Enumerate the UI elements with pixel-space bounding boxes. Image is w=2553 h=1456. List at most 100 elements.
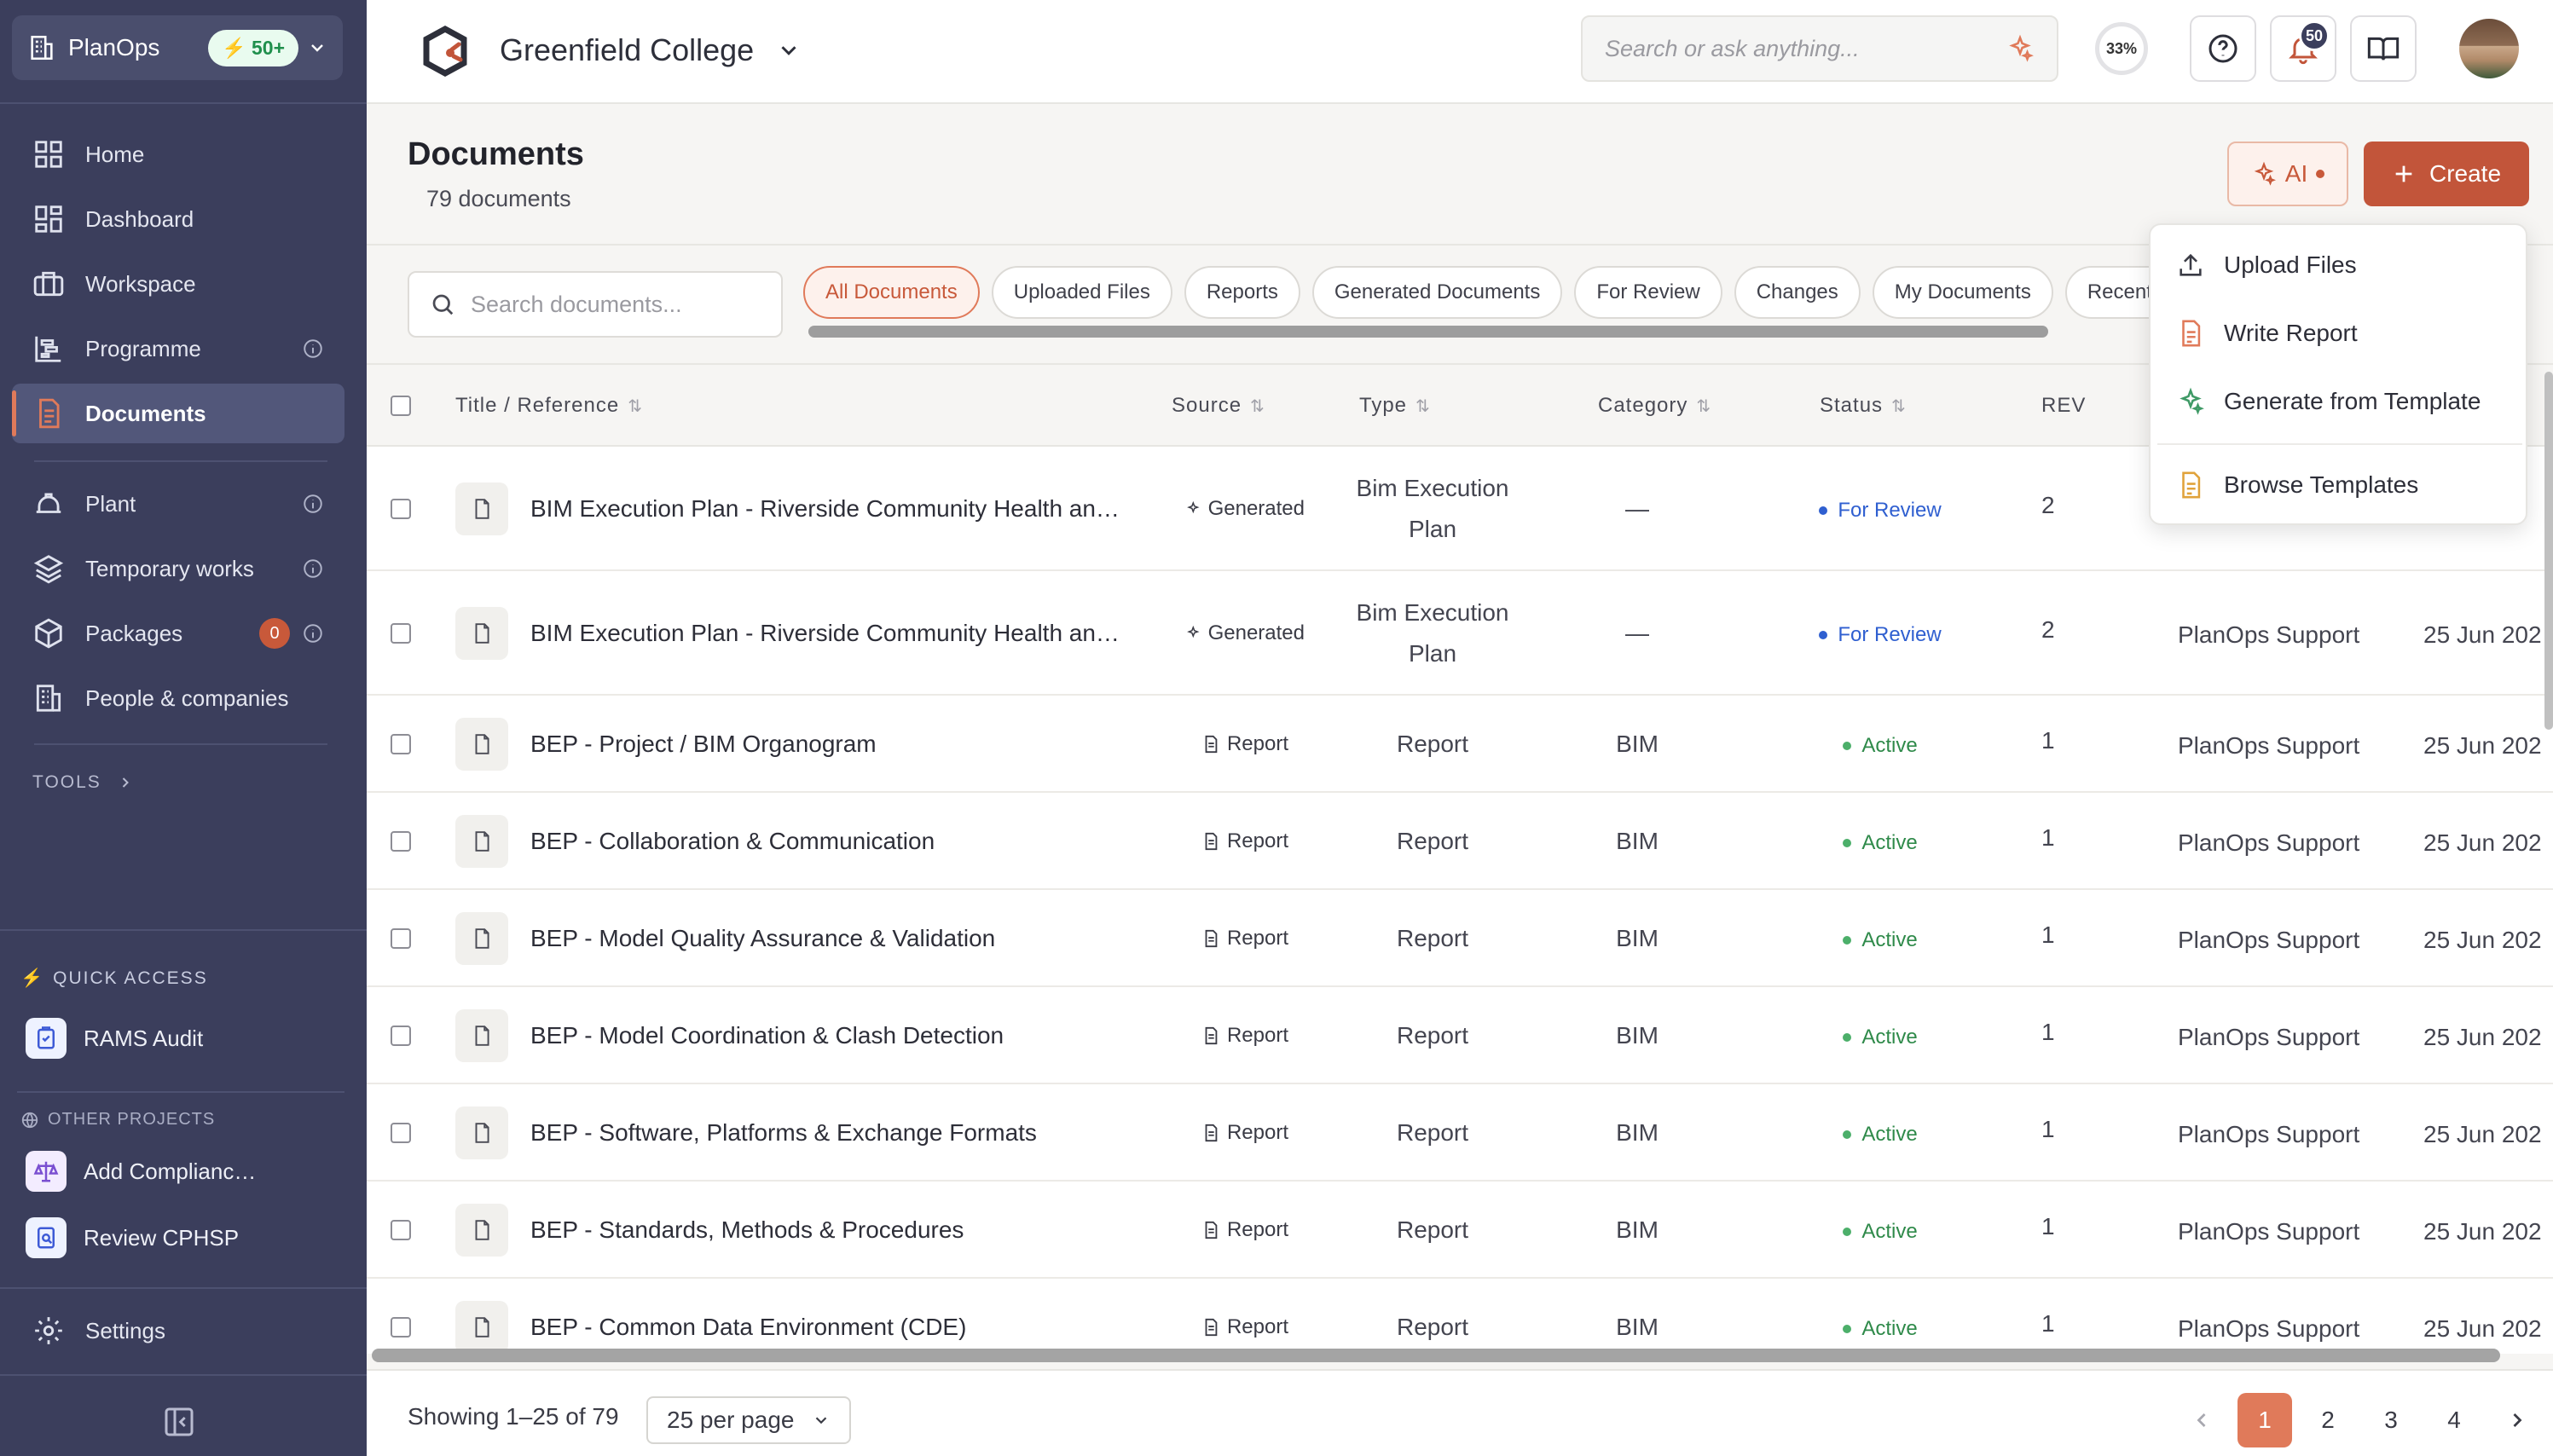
nav-dashboard[interactable]: Dashboard	[12, 189, 344, 249]
project-title[interactable]: Greenfield College	[500, 32, 754, 68]
next-page-button[interactable]	[2490, 1393, 2544, 1447]
source-badge: Report	[1185, 1218, 1305, 1242]
menu-upload-files[interactable]: Upload Files	[2176, 244, 2357, 286]
select-all-checkbox[interactable]	[391, 396, 411, 416]
document-search-input[interactable]: Search documents...	[408, 271, 783, 338]
table-row[interactable]: BIM Execution Plan - Riverside Community…	[367, 571, 2553, 696]
table-row[interactable]: BEP - Project / BIM Organogram Report Repo…	[367, 696, 2553, 793]
table-row[interactable]: BEP - Common Data Environment (CDE) Repor…	[367, 1279, 2553, 1354]
menu-generate-from-template[interactable]: Generate from Template	[2176, 380, 2481, 423]
document-title[interactable]: BEP - Software, Platforms & Exchange For…	[530, 1119, 1037, 1147]
info-icon[interactable]	[302, 622, 324, 644]
nav-settings[interactable]: Settings	[12, 1301, 344, 1361]
tools-toggle[interactable]: TOOLS	[32, 772, 134, 793]
document-thumb	[455, 912, 508, 965]
project-review-cphsp[interactable]: Review CPHSP	[26, 1212, 239, 1263]
docs-button[interactable]	[2350, 15, 2417, 82]
prev-page-button[interactable]	[2174, 1393, 2229, 1447]
document-title[interactable]: BIM Execution Plan - Riverside Community…	[530, 620, 1120, 647]
header-category[interactable]: Category ⇅	[1598, 394, 1711, 418]
table-row[interactable]: BEP - Model Coordination & Clash Detecti…	[367, 987, 2553, 1084]
help-button[interactable]	[2190, 15, 2256, 82]
filter-my-documents[interactable]: My Documents	[1872, 266, 2053, 319]
global-search-input[interactable]: Search or ask anything...	[1581, 15, 2058, 82]
building-icon	[31, 35, 53, 61]
table-vertical-scrollbar[interactable]	[2544, 372, 2553, 730]
row-checkbox[interactable]	[391, 1026, 411, 1046]
filter-for-review[interactable]: For Review	[1574, 266, 1722, 319]
progress-ring[interactable]: 33%	[2095, 22, 2148, 75]
document-title[interactable]: BEP - Project / BIM Organogram	[530, 731, 877, 758]
header-title[interactable]: Title / Reference ⇅	[455, 394, 643, 418]
menu-write-report[interactable]: Write Report	[2176, 312, 2358, 355]
header-rev[interactable]: REV	[2041, 394, 2086, 418]
row-checkbox[interactable]	[391, 1317, 411, 1338]
quick-access-rams-audit[interactable]: RAMS Audit	[26, 1013, 203, 1064]
document-icon	[475, 734, 489, 754]
page-4-button[interactable]: 4	[2427, 1393, 2481, 1447]
report-icon	[1205, 929, 1218, 948]
divider	[34, 743, 327, 745]
document-title[interactable]: BEP - Standards, Methods & Procedures	[530, 1216, 964, 1244]
filter-generated-documents[interactable]: Generated Documents	[1311, 266, 1563, 319]
document-icon	[475, 1123, 489, 1143]
bolt-icon: ⚡	[222, 36, 246, 59]
project-add-compliance[interactable]: Add Complianc…	[26, 1146, 256, 1197]
row-checkbox[interactable]	[391, 623, 411, 644]
filter-reports[interactable]: Reports	[1184, 266, 1300, 319]
filter-uploaded-files[interactable]: Uploaded Files	[991, 266, 1172, 319]
info-icon[interactable]	[302, 558, 324, 580]
created-by: PlanOps Support	[2178, 1024, 2360, 1050]
header-source[interactable]: Source ⇅	[1172, 394, 1265, 418]
table-row[interactable]: BEP - Collaboration & Communication Repor…	[367, 793, 2553, 890]
row-checkbox[interactable]	[391, 928, 411, 949]
ai-button[interactable]: AI	[2227, 142, 2348, 206]
document-category: —	[1625, 620, 1649, 646]
info-icon[interactable]	[302, 493, 324, 515]
document-icon	[39, 398, 60, 429]
info-icon[interactable]	[302, 338, 324, 360]
notifications-button[interactable]: 50	[2270, 15, 2336, 82]
row-checkbox[interactable]	[391, 831, 411, 852]
user-avatar[interactable]	[2459, 19, 2519, 78]
document-title[interactable]: BEP - Common Data Environment (CDE)	[530, 1314, 966, 1341]
revision: 1	[2041, 1213, 2055, 1239]
nav-documents[interactable]: Documents	[12, 384, 344, 443]
nav-people-companies[interactable]: People & companies	[12, 668, 344, 728]
document-title[interactable]: BIM Execution Plan - Riverside Community…	[530, 495, 1120, 523]
document-title[interactable]: BEP - Model Coordination & Clash Detecti…	[530, 1022, 1004, 1049]
table-row[interactable]: BEP - Software, Platforms & Exchange For…	[367, 1084, 2553, 1182]
header-type[interactable]: Type ⇅	[1359, 394, 1431, 418]
filter-changes[interactable]: Changes	[1734, 266, 1861, 319]
page-1-button[interactable]: 1	[2237, 1393, 2292, 1447]
sidebar-collapse-icon[interactable]	[162, 1405, 196, 1439]
status-badge: Active	[1808, 831, 1953, 855]
chips-scrollbar[interactable]	[808, 326, 2048, 338]
document-title[interactable]: BEP - Model Quality Assurance & Validati…	[530, 925, 995, 952]
nav-plant[interactable]: Plant	[12, 474, 344, 534]
nav-temporary-works[interactable]: Temporary works	[12, 539, 344, 598]
workspace-switcher[interactable]: PlanOps ⚡ 50+	[12, 15, 343, 80]
per-page-select[interactable]: 25 per page	[646, 1396, 851, 1444]
create-button[interactable]: Create	[2364, 142, 2529, 206]
page-3-button[interactable]: 3	[2364, 1393, 2418, 1447]
row-checkbox[interactable]	[391, 1123, 411, 1143]
table-horizontal-scrollbar[interactable]	[372, 1349, 2500, 1362]
document-title[interactable]: BEP - Collaboration & Communication	[530, 828, 935, 855]
revision: 1	[2041, 1310, 2055, 1337]
header-status[interactable]: Status ⇅	[1820, 394, 1907, 418]
nav-home[interactable]: Home	[12, 124, 344, 184]
credits-badge[interactable]: ⚡ 50+	[208, 29, 298, 66]
filter-all-documents[interactable]: All Documents	[803, 266, 980, 319]
row-checkbox[interactable]	[391, 499, 411, 519]
nav-packages[interactable]: Packages 0	[12, 604, 344, 663]
row-checkbox[interactable]	[391, 1220, 411, 1240]
menu-browse-templates[interactable]: Browse Templates	[2176, 464, 2418, 506]
table-row[interactable]: BEP - Model Quality Assurance & Validati…	[367, 890, 2553, 987]
chevron-down-icon[interactable]	[776, 38, 802, 63]
nav-workspace[interactable]: Workspace	[12, 254, 344, 314]
table-row[interactable]: BEP - Standards, Methods & Procedures Rep…	[367, 1182, 2553, 1279]
nav-programme[interactable]: Programme	[12, 319, 344, 378]
page-2-button[interactable]: 2	[2301, 1393, 2355, 1447]
row-checkbox[interactable]	[391, 734, 411, 754]
